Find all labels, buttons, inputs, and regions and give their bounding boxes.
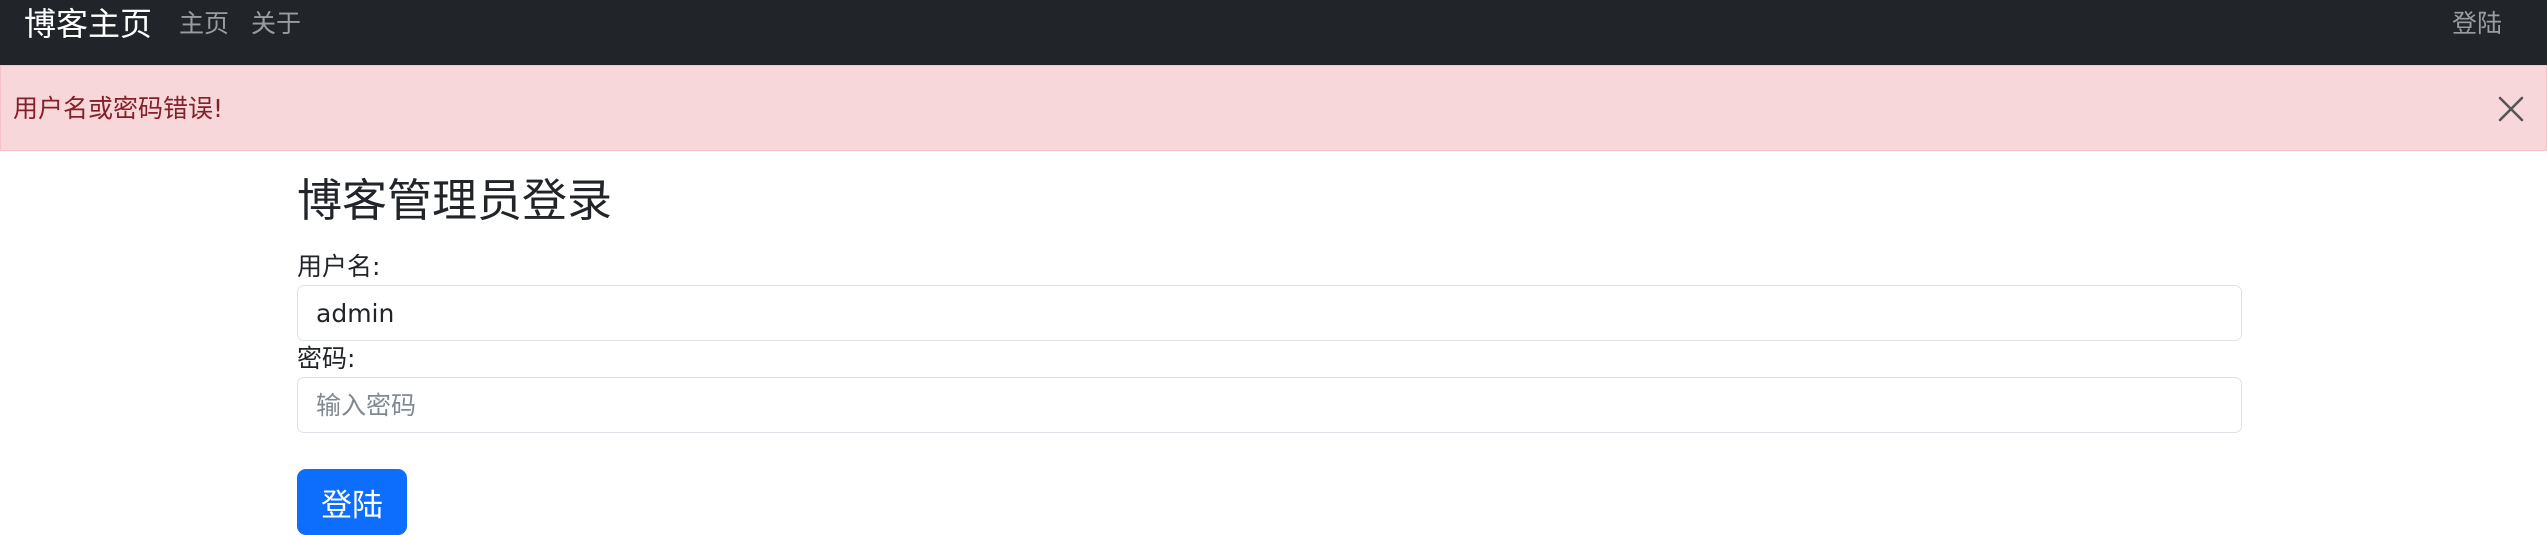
login-button[interactable]: 登陆 [297,469,407,535]
error-alert: 用户名或密码错误! [0,65,2547,151]
password-label: 密码: [297,344,356,373]
nav-link-home[interactable]: 主页 [179,8,229,40]
navbar-brand[interactable]: 博客主页 [24,4,152,44]
close-icon[interactable] [2494,92,2528,126]
page-title: 博客管理员登录 [297,174,613,227]
alert-message: 用户名或密码错误! [13,94,224,123]
nav-link-login[interactable]: 登陆 [2452,8,2502,40]
nav-link-about[interactable]: 关于 [251,8,301,40]
username-input[interactable] [297,285,2242,341]
username-label: 用户名: [297,252,381,281]
password-input[interactable] [297,377,2242,433]
top-navbar: 博客主页 主页 关于 登陆 [0,0,2547,65]
close-icon-glyph [2498,96,2524,122]
